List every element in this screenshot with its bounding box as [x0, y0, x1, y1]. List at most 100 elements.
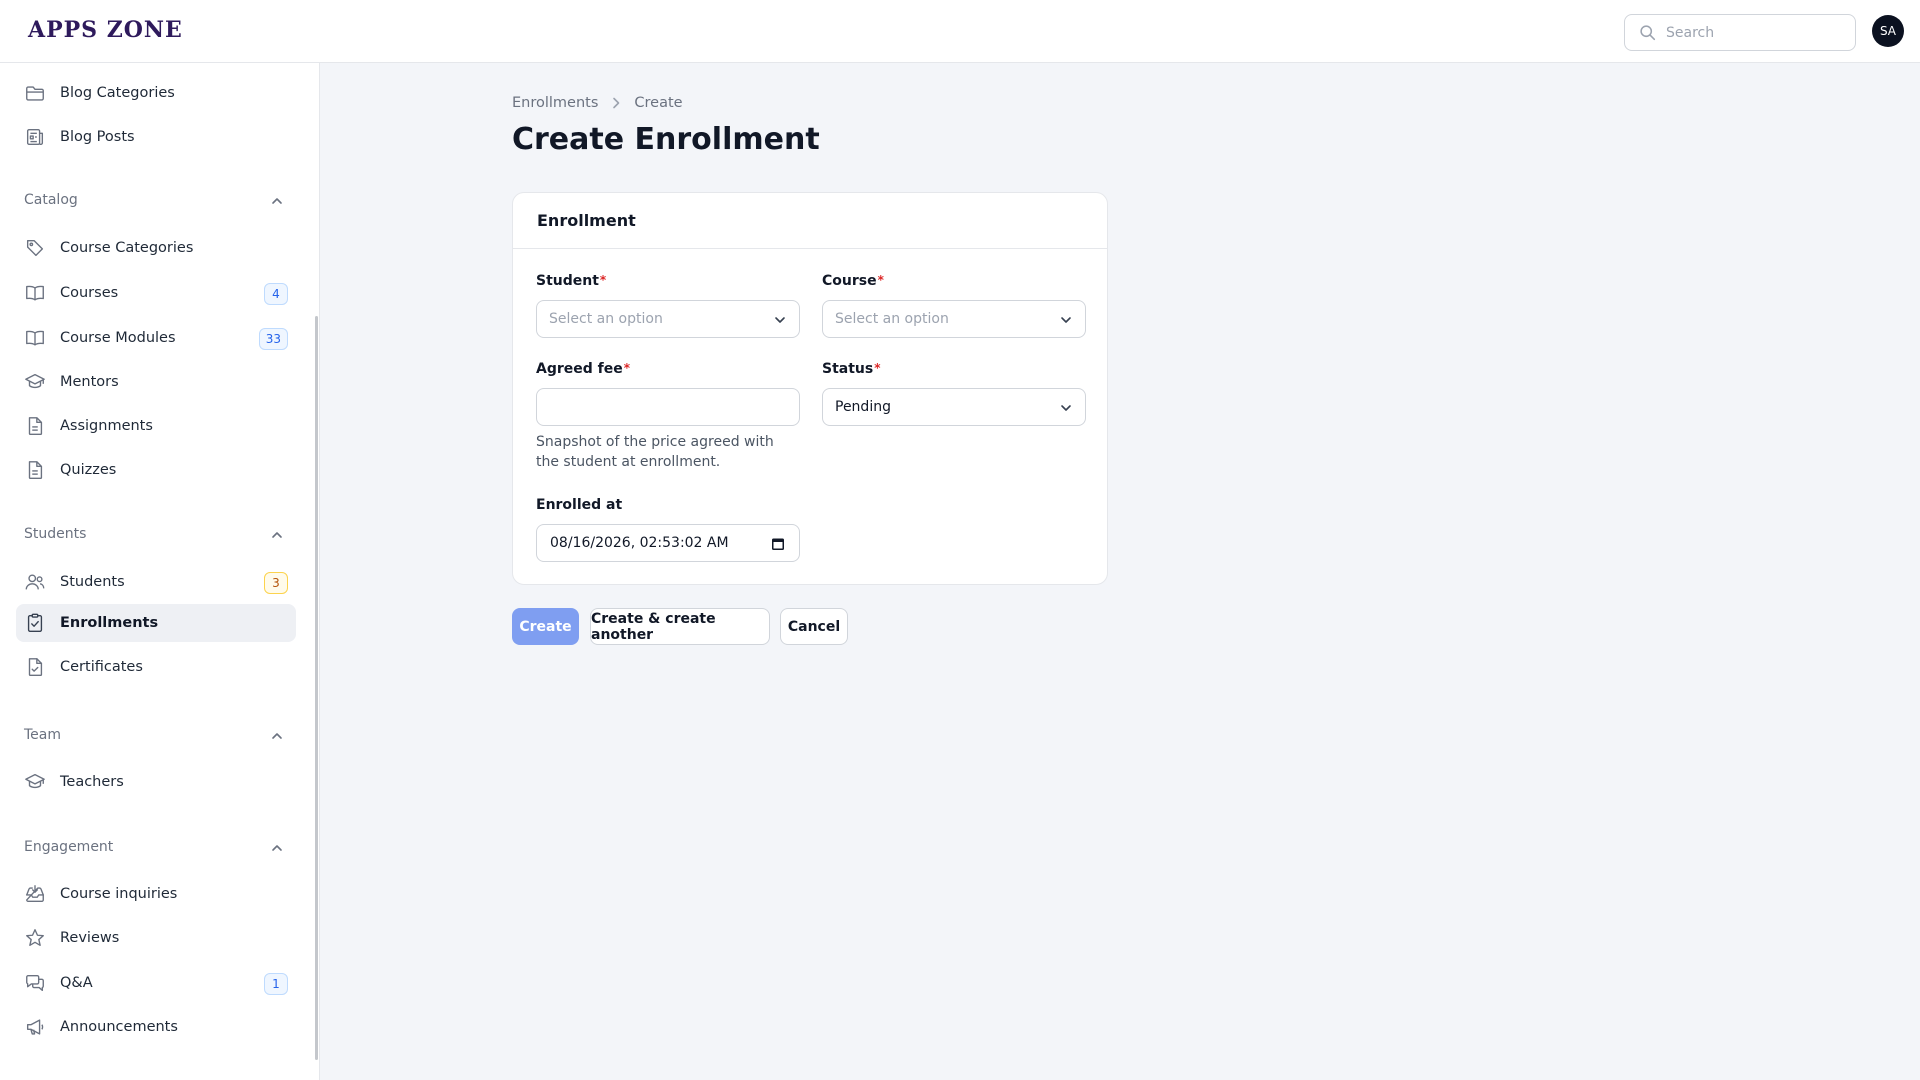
sidebar-item-label: Assignments — [60, 418, 153, 434]
top-bar: APPS ZONE SA — [0, 0, 1920, 63]
status-select[interactable]: Pending — [822, 388, 1086, 426]
search-icon — [1640, 25, 1656, 41]
group-label-team: Team — [24, 727, 62, 743]
global-search[interactable] — [1624, 14, 1856, 51]
chevron-up-icon[interactable] — [270, 841, 284, 855]
sidebar-item-label: Announcements — [60, 1019, 178, 1035]
sidebar-item-label: Certificates — [60, 659, 143, 675]
calendar-icon[interactable] — [771, 537, 785, 551]
clipboard-check-icon — [27, 613, 43, 632]
course-field-label: Course* — [822, 273, 884, 289]
sidebar-item-assignments[interactable]: Assignments — [16, 407, 296, 445]
sidebar-item-label: Courses — [60, 285, 119, 301]
sidebar-item-blog-categories[interactable]: Blog Categories — [16, 74, 296, 112]
chevron-up-icon[interactable] — [270, 729, 284, 743]
tag-icon — [26, 239, 44, 257]
book-open-icon — [26, 285, 44, 301]
chat-bubbles-icon — [26, 974, 44, 992]
breadcrumb-enrollments-link[interactable]: Enrollments — [512, 95, 598, 111]
sidebar: Blog Categories Blog Posts Catalog Cours… — [0, 63, 320, 1080]
breadcrumb: Enrollments Create — [512, 95, 683, 111]
sidebar-item-qa[interactable]: Q&A 1 — [16, 964, 296, 1002]
sidebar-item-label: Blog Posts — [60, 129, 135, 145]
academic-cap-icon — [25, 773, 45, 789]
sidebar-item-quizzes[interactable]: Quizzes — [16, 451, 296, 489]
student-select[interactable]: Select an option — [536, 300, 800, 338]
count-badge: 4 — [264, 283, 288, 305]
enrolled-at-input[interactable]: 08/16/2026, 02:53:02 AM — [536, 524, 800, 562]
star-icon — [26, 929, 44, 947]
sidebar-scrollbar[interactable] — [315, 316, 318, 1060]
create-button[interactable]: Create — [512, 608, 579, 645]
status-field-label: Status* — [822, 361, 881, 377]
app-logo[interactable]: APPS ZONE — [28, 17, 183, 43]
chevron-down-icon — [1061, 405, 1071, 411]
sidebar-item-enrollments[interactable]: Enrollments — [16, 604, 296, 642]
required-mark: * — [599, 273, 607, 287]
sidebar-item-label: Students — [60, 574, 125, 590]
required-mark: * — [623, 361, 631, 375]
sidebar-item-students[interactable]: Students 3 — [16, 563, 296, 601]
agreed-fee-input[interactable] — [536, 388, 800, 426]
sidebar-item-blog-posts[interactable]: Blog Posts — [16, 118, 296, 156]
count-badge: 33 — [258, 328, 288, 350]
document-text-icon — [28, 417, 43, 435]
newspaper-icon — [26, 128, 44, 146]
agreed-fee-help-text: Snapshot of the price agreed with the st… — [536, 434, 774, 470]
enrolled-at-value: 08/16/2026, 02:53:02 AM — [550, 535, 729, 551]
group-label-catalog: Catalog — [24, 192, 78, 208]
status-label-text: Status — [822, 361, 874, 377]
student-field-label: Student* — [536, 273, 606, 289]
chevron-down-icon — [775, 317, 785, 323]
sidebar-item-course-modules[interactable]: Course Modules 33 — [16, 319, 296, 357]
inbox-icon — [26, 885, 44, 903]
count-badge: 3 — [264, 572, 288, 594]
student-select-placeholder: Select an option — [549, 311, 663, 327]
create-another-button[interactable]: Create & create another — [590, 608, 770, 645]
course-select[interactable]: Select an option — [822, 300, 1086, 338]
sidebar-item-label: Mentors — [60, 374, 119, 390]
group-label-engagement: Engagement — [24, 839, 114, 855]
agreed-fee-label-text: Agreed fee — [536, 361, 623, 377]
sidebar-item-label: Enrollments — [60, 615, 159, 631]
sidebar-item-label: Reviews — [60, 930, 120, 946]
users-icon — [25, 574, 45, 590]
required-mark: * — [874, 361, 881, 375]
sidebar-item-mentors[interactable]: Mentors — [16, 363, 296, 401]
sidebar-item-course-categories[interactable]: Course Categories — [16, 229, 296, 267]
required-mark: * — [877, 273, 884, 287]
course-label-text: Course — [822, 273, 877, 289]
enrolled-at-field-label: Enrolled at — [536, 497, 622, 513]
document-check-icon — [28, 658, 43, 676]
cancel-button[interactable]: Cancel — [780, 608, 848, 645]
sidebar-item-reviews[interactable]: Reviews — [16, 919, 296, 957]
sidebar-item-teachers[interactable]: Teachers — [16, 763, 296, 801]
section-title: Enrollment — [513, 193, 1107, 249]
user-avatar[interactable]: SA — [1872, 15, 1904, 47]
enrollment-form-section: Enrollment Student* Select an option Cou… — [512, 192, 1108, 585]
group-label-students: Students — [24, 526, 87, 542]
sidebar-item-label: Quizzes — [60, 462, 117, 478]
sidebar-item-label: Course Categories — [60, 240, 194, 256]
sidebar-item-course-inquiries[interactable]: Course inquiries — [16, 875, 296, 913]
sidebar-item-certificates[interactable]: Certificates — [16, 648, 296, 686]
student-label-text: Student — [536, 273, 599, 289]
chevron-up-icon[interactable] — [270, 528, 284, 542]
chevron-up-icon[interactable] — [270, 194, 284, 208]
megaphone-icon — [26, 1019, 44, 1035]
academic-cap-icon — [25, 373, 45, 389]
sidebar-item-label: Course inquiries — [60, 886, 178, 902]
count-badge: 1 — [264, 973, 288, 995]
folder-icon — [26, 86, 44, 101]
sidebar-item-label: Q&A — [60, 975, 93, 991]
sidebar-item-courses[interactable]: Courses 4 — [16, 274, 296, 312]
sidebar-item-label: Course Modules — [60, 330, 176, 346]
chevron-right-icon — [613, 97, 620, 109]
enrolled-at-label-text: Enrolled at — [536, 497, 623, 513]
course-select-placeholder: Select an option — [835, 311, 949, 327]
book-open-icon — [26, 330, 44, 346]
sidebar-item-announcements[interactable]: Announcements — [16, 1008, 296, 1046]
sidebar-item-label: Blog Categories — [60, 85, 175, 101]
search-input[interactable] — [1666, 24, 1846, 41]
page-title: Create Enrollment — [512, 122, 820, 157]
